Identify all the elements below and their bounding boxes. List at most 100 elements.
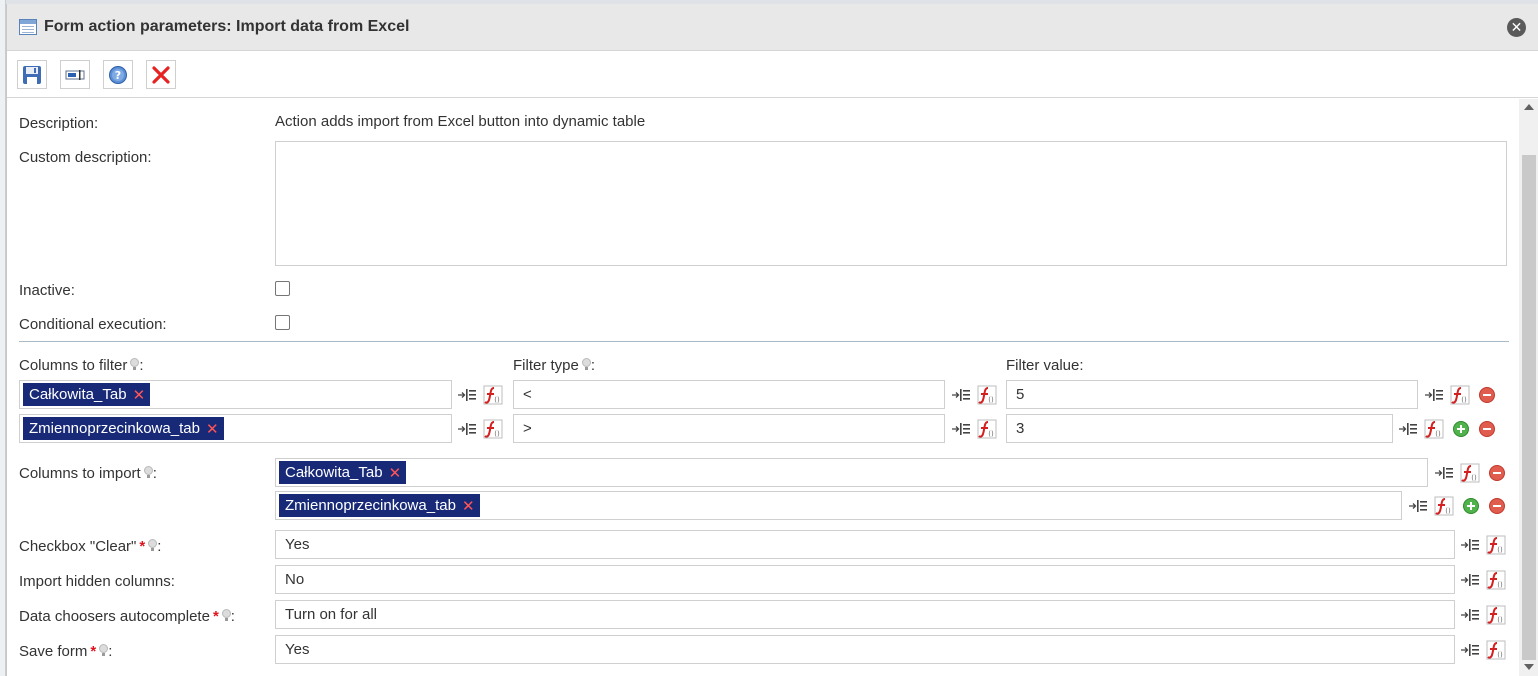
column-tag-label: Zmiennoprzecinkowa_tab: [29, 420, 200, 437]
conditional-execution-checkbox[interactable]: [275, 315, 290, 330]
column-tag-label: Całkowita_Tab: [29, 386, 127, 403]
svg-text:(): (): [1497, 546, 1503, 554]
save-button[interactable]: [17, 60, 47, 89]
filter-type-field[interactable]: >: [513, 414, 945, 443]
delete-button[interactable]: [146, 60, 176, 89]
function-editor-icon[interactable]: (): [1486, 535, 1506, 555]
column-tag: Całkowita_Tab ✕: [23, 383, 151, 406]
inactive-checkbox[interactable]: [275, 281, 290, 296]
remove-tag-icon[interactable]: ✕: [462, 497, 475, 515]
insert-variable-icon[interactable]: [1434, 463, 1454, 483]
insert-variable-icon[interactable]: [951, 419, 971, 439]
filter-type-field[interactable]: <: [513, 380, 945, 409]
description-value: Action adds import from Excel button int…: [275, 113, 646, 130]
checkbox-clear-select[interactable]: Yes: [275, 530, 1455, 559]
form-action-dialog: Form action parameters: Import data from…: [6, 4, 1538, 676]
function-editor-icon[interactable]: (): [1460, 463, 1480, 483]
hint-bulb-icon[interactable]: [130, 358, 140, 371]
scroll-up-arrow-icon[interactable]: [1524, 104, 1534, 110]
inactive-label: Inactive:: [19, 282, 75, 299]
add-row-icon[interactable]: [1463, 498, 1479, 514]
insert-variable-icon[interactable]: [1460, 535, 1480, 555]
add-row-icon[interactable]: [1453, 421, 1469, 437]
toolbar: ?: [7, 52, 1538, 98]
insert-variable-icon[interactable]: [457, 419, 477, 439]
scroll-down-arrow-icon[interactable]: [1524, 664, 1534, 670]
insert-variable-icon[interactable]: [1398, 419, 1418, 439]
column-tag: Zmiennoprzecinkowa_tab ✕: [23, 417, 224, 440]
hint-bulb-icon[interactable]: [143, 466, 153, 479]
remove-tag-icon[interactable]: ✕: [389, 464, 402, 482]
data-choosers-autocomplete-colon: :: [230, 608, 235, 625]
custom-description-textarea[interactable]: [275, 141, 1507, 266]
insert-variable-icon[interactable]: [951, 385, 971, 405]
function-editor-icon[interactable]: (): [1424, 419, 1444, 439]
columns-to-filter-text: Columns to filter: [19, 357, 128, 374]
import-column-field[interactable]: Zmiennoprzecinkowa_tab ✕: [275, 491, 1402, 520]
import-hidden-columns-label: Import hidden columns:: [19, 573, 175, 590]
text-field-button[interactable]: [60, 60, 90, 89]
function-editor-icon[interactable]: (): [1486, 570, 1506, 590]
column-tag-label: Całkowita_Tab: [285, 464, 383, 481]
checkbox-clear-label: Checkbox "Clear" *:: [19, 538, 161, 555]
filter-column-field[interactable]: Zmiennoprzecinkowa_tab ✕: [19, 414, 452, 443]
data-choosers-autocomplete-text: Data choosers autocomplete: [19, 608, 210, 625]
dialog-titlebar: Form action parameters: Import data from…: [7, 4, 1538, 51]
svg-text:(): (): [1471, 474, 1477, 482]
remove-row-icon[interactable]: [1489, 498, 1505, 514]
function-editor-icon[interactable]: (): [1450, 385, 1470, 405]
scrollbar-thumb[interactable]: [1522, 155, 1536, 660]
function-editor-icon[interactable]: (): [1434, 496, 1454, 516]
filter-value-label: Filter value:: [1006, 357, 1084, 374]
checkbox-clear-colon: :: [157, 538, 162, 555]
table-form-icon: [19, 19, 37, 35]
column-tag: Całkowita_Tab ✕: [279, 461, 407, 484]
delete-icon: [152, 65, 170, 84]
filter-value-field[interactable]: 3: [1006, 414, 1393, 443]
hint-bulb-icon[interactable]: [99, 644, 109, 657]
remove-row-icon[interactable]: [1479, 387, 1495, 403]
column-tag-label: Zmiennoprzecinkowa_tab: [285, 497, 456, 514]
insert-variable-icon[interactable]: [457, 385, 477, 405]
remove-tag-icon[interactable]: ✕: [206, 420, 219, 438]
close-dialog-icon[interactable]: ✕: [1507, 18, 1526, 37]
svg-text:(): (): [1435, 430, 1441, 438]
form-content: Description: Action adds import from Exc…: [7, 99, 1519, 676]
insert-variable-icon[interactable]: [1460, 570, 1480, 590]
save-form-text: Save form: [19, 643, 88, 660]
insert-variable-icon[interactable]: [1460, 605, 1480, 625]
filter-column-field[interactable]: Całkowita_Tab ✕: [19, 380, 452, 409]
import-column-field[interactable]: Całkowita_Tab ✕: [275, 458, 1428, 487]
help-button[interactable]: ?: [103, 60, 133, 89]
required-mark: *: [212, 608, 219, 625]
hint-bulb-icon[interactable]: [148, 539, 158, 552]
vertical-scrollbar[interactable]: [1519, 99, 1538, 676]
filter-type-label: Filter type:: [513, 357, 595, 374]
function-editor-icon[interactable]: (): [977, 419, 997, 439]
function-editor-icon[interactable]: (): [1486, 640, 1506, 660]
data-choosers-autocomplete-select[interactable]: Turn on for all: [275, 600, 1455, 629]
remove-row-icon[interactable]: [1489, 465, 1505, 481]
function-editor-icon[interactable]: (): [483, 385, 503, 405]
function-editor-icon[interactable]: (): [977, 385, 997, 405]
filter-value-field[interactable]: 5: [1006, 380, 1418, 409]
function-editor-icon[interactable]: (): [483, 419, 503, 439]
save-form-select[interactable]: Yes: [275, 635, 1455, 664]
data-choosers-autocomplete-label: Data choosers autocomplete *:: [19, 608, 235, 625]
svg-text:(): (): [1497, 581, 1503, 589]
column-tag: Zmiennoprzecinkowa_tab ✕: [279, 494, 480, 517]
hint-bulb-icon[interactable]: [221, 609, 231, 622]
hint-bulb-icon[interactable]: [581, 358, 591, 371]
description-label: Description:: [19, 115, 99, 132]
remove-tag-icon[interactable]: ✕: [133, 386, 146, 404]
filter-type-text: Filter type: [513, 357, 579, 374]
insert-variable-icon[interactable]: [1460, 640, 1480, 660]
insert-variable-icon[interactable]: [1408, 496, 1428, 516]
function-editor-icon[interactable]: (): [1486, 605, 1506, 625]
columns-to-filter-label: Columns to filter:: [19, 357, 144, 374]
svg-text:(): (): [988, 430, 994, 438]
remove-row-icon[interactable]: [1479, 421, 1495, 437]
insert-variable-icon[interactable]: [1424, 385, 1444, 405]
import-hidden-columns-select[interactable]: No: [275, 565, 1455, 594]
columns-to-import-text: Columns to import: [19, 465, 141, 482]
